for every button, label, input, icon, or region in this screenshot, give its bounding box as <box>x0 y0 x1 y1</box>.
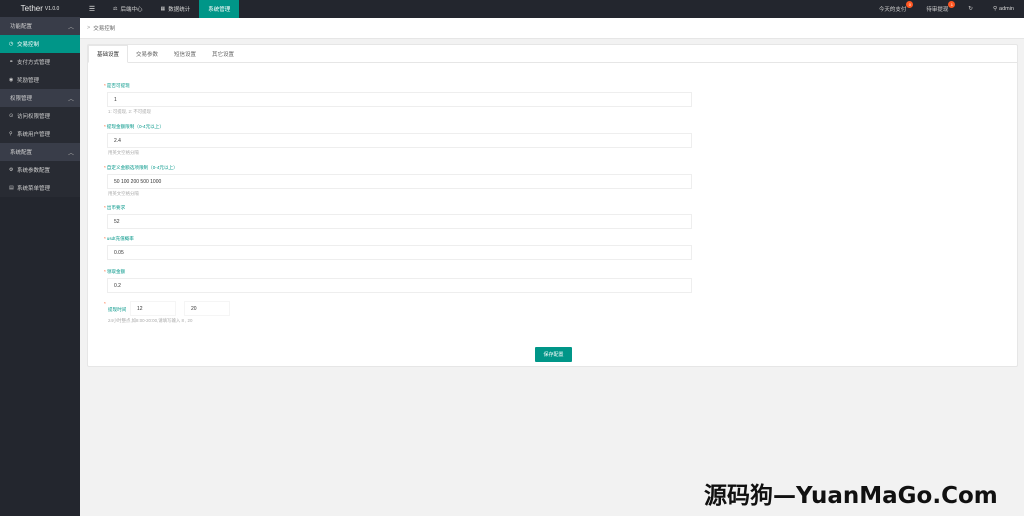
withdrawable-input[interactable]: 1 <box>107 92 692 107</box>
sidebar-group-function[interactable]: 功能配置 ︿ <box>0 17 80 35</box>
sidebar-item-label: 系统用户管理 <box>17 132 51 138</box>
sidebar-item-label: 访问权限管理 <box>17 114 51 120</box>
top-nav-label: 系统管理 <box>208 7 231 13</box>
field-label-withdrawable: *是否可提现 <box>104 83 130 88</box>
sidebar-item-rewards[interactable]: ◉ 奖励管理 <box>0 71 80 89</box>
field-label-custom-amounts: *自定义金额选项限制（0-4元以上） <box>104 165 178 170</box>
sidebar-item-system-params[interactable]: ⚙ 系统参数配置 <box>0 161 80 179</box>
tab-trade-params[interactable]: 交易参数 <box>128 45 166 63</box>
pending-withdrawals-badge: 1 <box>948 1 956 8</box>
chevron-up-icon: ︿ <box>67 150 74 157</box>
sidebar-item-access-permissions[interactable]: ⊙ 访问权限管理 <box>0 107 80 125</box>
top-nav-statistics[interactable]: ▦ 数据统计 <box>152 0 200 18</box>
gear-icon: ⚙ <box>9 167 14 173</box>
user-icon: ⚲ <box>9 131 13 137</box>
sidebar-group-label: 功能配置 <box>10 24 33 30</box>
chevron-up-icon: ︿ <box>67 24 74 31</box>
watermark-text: 源码狗—YuanMaGo.Com <box>704 483 998 509</box>
top-nav-backend-center[interactable]: ⚖ 后端中心 <box>104 0 152 18</box>
tab-sms-settings[interactable]: 短信设置 <box>166 45 204 63</box>
field-hint-withdraw-limit: 用英文空格分隔 <box>108 150 139 155</box>
sidebar-item-label: 系统菜单管理 <box>17 186 51 192</box>
top-bar-right: 今天的支付 0 待审提现 1 ↻ ⚲ admin <box>869 0 1024 18</box>
field-label-usdt-probability: *usdt充值概率 <box>104 236 134 241</box>
today-payments-label: 今天的支付 <box>878 7 907 13</box>
sidebar-item-trade-control[interactable]: ◷ 交易控制 <box>0 35 80 53</box>
top-bar: ☰ ⚖ 后端中心 ▦ 数据统计 系统管理 今天的支付 0 待审提现 1 ↻ ⚲ … <box>80 0 1024 18</box>
field-hint-withdraw-time: 24小时整点,如8:00-20:00,请填写输入 8 , 20 <box>108 318 193 323</box>
withdraw-time-end-input[interactable]: 20 <box>184 301 230 316</box>
pending-withdrawals-label: 待审提现 <box>926 7 949 13</box>
today-payments-link[interactable]: 今天的支付 0 <box>869 0 917 18</box>
withdraw-limit-input[interactable]: 2.4 <box>107 133 692 148</box>
link-icon: ⚭ <box>9 59 14 65</box>
custom-amounts-input[interactable]: 50 100 200 500 1000 <box>107 174 692 189</box>
top-nav-label: 数据统计 <box>168 7 191 13</box>
chevron-up-icon: ︿ <box>67 96 74 103</box>
sidebar-item-system-menu[interactable]: ▤ 系统菜单管理 <box>0 179 80 197</box>
breadcrumb: > 交易控制 <box>80 18 1024 39</box>
today-payments-badge: 0 <box>906 1 914 8</box>
field-hint-withdrawable: 1: 可提现, 2: 不可提现 <box>108 109 151 114</box>
field-label-withdraw-time-text: 提现时间 <box>108 307 127 312</box>
field-hint-custom-amounts: 用英文空格分隔 <box>108 191 139 196</box>
sidebar-group-label: 权限管理 <box>10 96 33 102</box>
withdraw-time-start-input[interactable]: 12 <box>130 301 176 316</box>
top-nav: ⚖ 后端中心 ▦ 数据统计 系统管理 <box>104 0 240 18</box>
settings-card: 基础设置 交易参数 短信设置 其它设置 *是否可提现 1 1: 可提现, 2: … <box>87 44 1018 367</box>
sidebar-item-label: 奖励管理 <box>17 78 40 84</box>
sidebar-item-label: 系统参数配置 <box>17 168 51 174</box>
sidebar: Tether V1.0.0 功能配置 ︿ ◷ 交易控制 ⚭ 支付方式管理 ◉ 奖… <box>0 0 80 516</box>
app-version: V1.0.0 <box>44 5 60 12</box>
user-menu[interactable]: ⚲ admin <box>983 0 1024 18</box>
sidebar-group-system[interactable]: 系统配置 ︿ <box>0 143 80 161</box>
menu-toggle-icon[interactable]: ☰ <box>80 5 104 13</box>
coin-requirement-input[interactable]: 52 <box>107 214 692 229</box>
refresh-icon[interactable]: ↻ <box>958 0 983 18</box>
sidebar-group-label: 系统配置 <box>10 150 33 156</box>
field-label-withdraw-time: * <box>104 301 106 306</box>
top-nav-label: 后端中心 <box>120 7 143 13</box>
usdt-probability-input[interactable]: 0.05 <box>107 245 692 260</box>
field-label-claim-amount: *领取金额 <box>104 269 126 274</box>
top-nav-system-management[interactable]: 系统管理 <box>199 0 240 18</box>
username: admin <box>999 6 1014 12</box>
tab-other-settings[interactable]: 其它设置 <box>204 45 242 63</box>
scale-icon: ⚖ <box>113 6 118 12</box>
field-label-withdraw-limit: *提现金额限制（0-4元以上） <box>104 124 164 129</box>
field-label-coin-requirement: *出币要求 <box>104 205 126 210</box>
app-name: Tether <box>20 4 43 13</box>
settings-tabs: 基础设置 交易参数 短信设置 其它设置 <box>88 45 1017 63</box>
clock-icon: ◷ <box>9 41 14 47</box>
sidebar-item-label: 交易控制 <box>17 42 40 48</box>
sidebar-item-payment-methods[interactable]: ⚭ 支付方式管理 <box>0 53 80 71</box>
pending-withdrawals-link[interactable]: 待审提现 1 <box>916 0 958 18</box>
claim-amount-input[interactable]: 0.2 <box>107 278 692 293</box>
chevron-right-icon: > <box>87 25 91 31</box>
chart-icon: ▦ <box>160 6 166 12</box>
circle-icon: ◉ <box>9 77 14 83</box>
save-config-button[interactable]: 保存配置 <box>535 347 572 362</box>
tab-basic-settings[interactable]: 基础设置 <box>88 45 129 63</box>
breadcrumb-current[interactable]: 交易控制 <box>93 24 115 32</box>
sidebar-group-permissions[interactable]: 权限管理 ︿ <box>0 89 80 107</box>
check-circle-icon: ⊙ <box>9 113 14 119</box>
sidebar-item-label: 支付方式管理 <box>17 60 51 66</box>
sidebar-item-system-users[interactable]: ⚲ 系统用户管理 <box>0 125 80 143</box>
calendar-icon: ▤ <box>9 185 14 191</box>
user-icon: ⚲ <box>992 6 998 12</box>
app-logo[interactable]: Tether V1.0.0 <box>0 0 80 17</box>
